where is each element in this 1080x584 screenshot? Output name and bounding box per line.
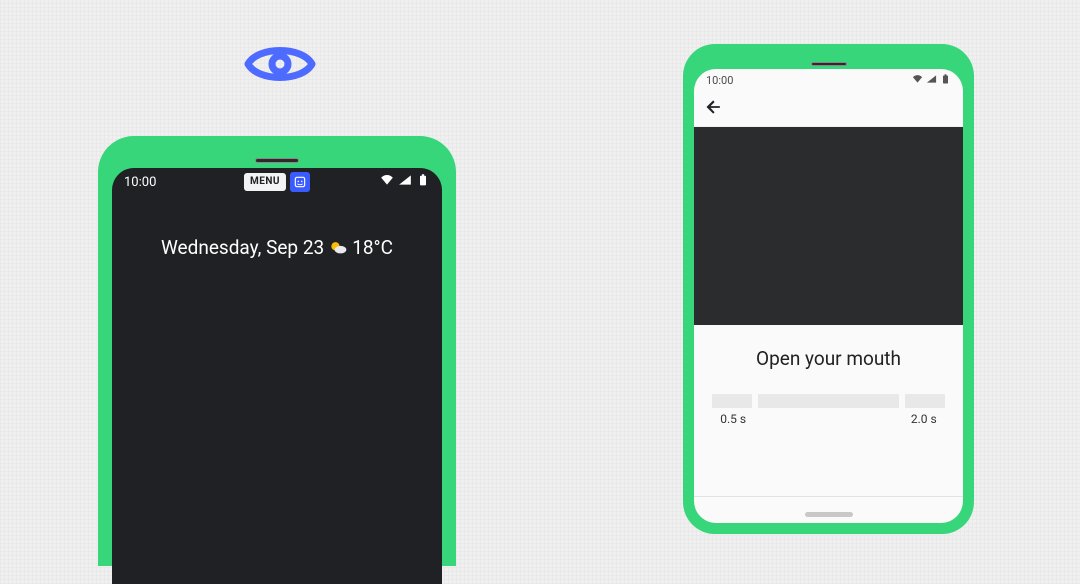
gesture-duration-slider[interactable]: [694, 394, 963, 408]
accessibility-menu-pill[interactable]: MENU: [244, 173, 286, 191]
battery-icon: [940, 74, 951, 87]
home-date-text: Wednesday, Sep 23: [161, 236, 324, 259]
app-top-bar: [694, 91, 963, 127]
slider-labels: 0.5 s 2.0 s: [694, 408, 963, 426]
phone-screen-right: 10:00 Open your mouth 0.5 s: [694, 69, 963, 523]
eye-icon: [244, 42, 316, 86]
slider-label-min: 0.5 s: [712, 412, 754, 426]
earpiece-slot: [255, 158, 299, 163]
gesture-instruction-block: Open your mouth 0.5 s 2.0 s: [694, 325, 963, 434]
status-clock: 10:00: [124, 175, 156, 190]
slider-segment: [758, 394, 899, 408]
battery-icon: [416, 174, 430, 190]
status-right-icons: [912, 74, 951, 87]
home-date-weather[interactable]: Wednesday, Sep 23 18°C: [112, 236, 442, 259]
home-gesture-pill[interactable]: [805, 512, 853, 517]
slider-segment: [905, 394, 945, 408]
wifi-icon: [380, 174, 394, 190]
phone-screen-left: 10:00 MENU Wednesday, Sep 23 18°C: [112, 168, 442, 584]
wifi-icon: [912, 74, 923, 87]
status-center-pills: MENU: [244, 172, 310, 192]
slider-segment: [712, 394, 752, 408]
status-clock: 10:00: [706, 74, 733, 87]
camera-preview: [694, 127, 963, 325]
home-temperature: 18°C: [352, 236, 393, 259]
face-switch-icon[interactable]: [290, 172, 310, 192]
back-arrow-icon[interactable]: [704, 97, 724, 121]
status-bar: 10:00: [694, 69, 963, 91]
status-right-icons: [380, 174, 430, 190]
gesture-nav-area[interactable]: [694, 512, 963, 517]
earpiece-slot: [811, 62, 847, 66]
bottom-divider: [694, 496, 963, 497]
slider-label-max: 2.0 s: [903, 412, 945, 426]
partly-cloudy-icon: [328, 238, 348, 258]
signal-icon: [398, 174, 412, 190]
phone-frame-left: 10:00 MENU Wednesday, Sep 23 18°C: [98, 136, 456, 566]
gesture-instruction-text: Open your mouth: [694, 347, 963, 370]
phone-frame-right: 10:00 Open your mouth 0.5 s: [683, 44, 974, 534]
status-bar: 10:00 MENU: [112, 168, 442, 196]
signal-icon: [926, 74, 937, 87]
